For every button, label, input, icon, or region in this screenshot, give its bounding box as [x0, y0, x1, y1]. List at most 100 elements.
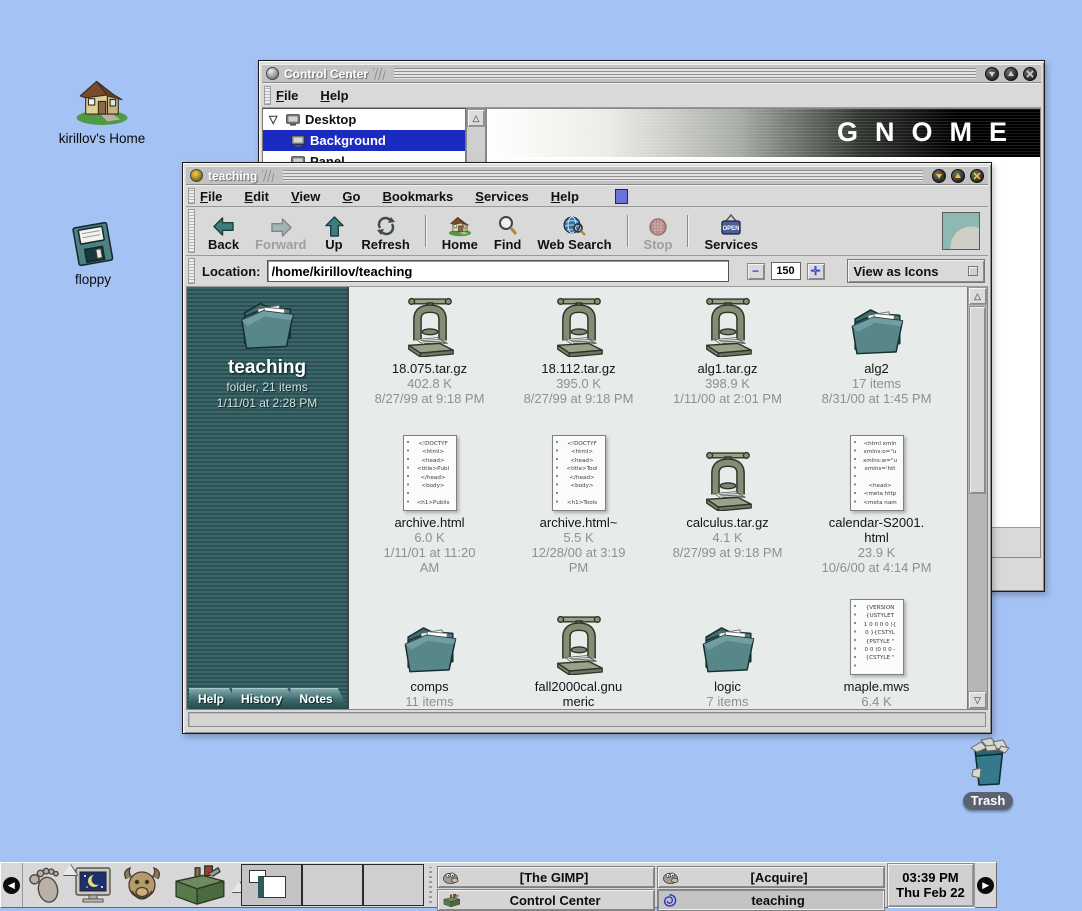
- file-item[interactable]: logic 7 items today at 9:56 PM: [658, 595, 798, 709]
- arrow-right-icon: ▶: [977, 877, 994, 894]
- toolbar-grip[interactable]: [188, 209, 195, 253]
- forward-icon: [269, 216, 292, 237]
- task-list: [The GIMP] [Acquire] Control Center teac…: [437, 863, 885, 907]
- drawer-arrow-icon[interactable]: [63, 864, 77, 875]
- control-center-titlebar[interactable]: Control Center: [262, 64, 1041, 83]
- up-button[interactable]: Up: [316, 208, 351, 254]
- window-thumbnail[interactable]: [258, 876, 286, 898]
- menubar-grip[interactable]: [264, 86, 271, 105]
- maximize-button[interactable]: [951, 169, 965, 183]
- desktop-icon-floppy[interactable]: floppy: [33, 222, 153, 287]
- zoom-out-button[interactable]: −: [747, 263, 765, 280]
- panel-hide-left-button[interactable]: ◀: [1, 863, 23, 907]
- file-item[interactable]: 18.112.tar.gz 395.0 K 8/27/99 at 9:18 PM: [509, 295, 649, 427]
- maximize-button[interactable]: [1004, 67, 1018, 81]
- main-menu-button[interactable]: [23, 863, 69, 907]
- gnu-launcher[interactable]: [117, 863, 167, 907]
- gnu-head-icon: [120, 865, 164, 905]
- scroll-up-icon[interactable]: △: [467, 109, 485, 127]
- arrow-left-icon: ◀: [3, 877, 20, 894]
- file-item[interactable]: alg1.tar.gz 398.9 K 1/11/00 at 2:01 PM: [658, 295, 798, 427]
- toolbox-launcher[interactable]: [167, 863, 231, 907]
- desktop-icon-trash[interactable]: Trash: [928, 736, 1048, 810]
- menu-file[interactable]: File: [200, 189, 222, 204]
- services-button[interactable]: OPEN Services: [698, 208, 764, 254]
- expander-icon[interactable]: ▽: [269, 113, 281, 126]
- workspace-2[interactable]: [302, 864, 363, 906]
- cc-menu-file[interactable]: File: [276, 88, 298, 103]
- clock-applet[interactable]: 03:39 PM Thu Feb 22: [887, 863, 975, 907]
- sidebar-panel: teaching folder, 21 items 1/11/01 at 2:2…: [187, 287, 349, 709]
- window-menu-icon[interactable]: [190, 169, 203, 182]
- location-input[interactable]: [267, 260, 729, 282]
- tarball-icon: [701, 451, 755, 511]
- file-item[interactable]: <html xmln xmlns:o="u xmlns:w="u xmlns='…: [807, 427, 947, 595]
- minimize-button[interactable]: [932, 169, 946, 183]
- file-item[interactable]: alg2 17 items 8/31/00 at 1:45 PM: [807, 295, 947, 427]
- file-item[interactable]: calculus.tar.gz 4.1 K 8/27/99 at 9:18 PM: [658, 427, 798, 595]
- status-bar: [186, 710, 988, 730]
- monitor-moon-icon: [72, 865, 114, 905]
- file-item[interactable]: 18.075.tar.gz 402.8 K 8/27/99 at 9:18 PM: [360, 295, 500, 427]
- desktop-icon-home[interactable]: kirillov's Home: [42, 74, 162, 146]
- menu-go[interactable]: Go: [342, 189, 360, 204]
- back-button[interactable]: Back: [202, 208, 245, 254]
- throbber[interactable]: [942, 212, 980, 250]
- minimize-button[interactable]: [985, 67, 999, 81]
- scroll-up-icon[interactable]: △: [968, 287, 987, 305]
- tree-item-desktop[interactable]: ▽ Desktop: [263, 109, 465, 130]
- toolbar-separator: [627, 215, 629, 247]
- window-menu-icon[interactable]: [266, 67, 279, 80]
- menu-view[interactable]: View: [291, 189, 320, 204]
- forward-button[interactable]: Forward: [249, 208, 312, 254]
- panel-hide-right-button[interactable]: ▶: [974, 863, 996, 907]
- folder-icon: [399, 621, 461, 675]
- menu-edit[interactable]: Edit: [244, 189, 269, 204]
- menu-help[interactable]: Help: [551, 189, 579, 204]
- close-button[interactable]: [970, 169, 984, 183]
- titlebar-decoration: [262, 170, 274, 182]
- web-search-button[interactable]: Web Search: [531, 208, 617, 254]
- zoom-in-button[interactable]: ✛: [807, 263, 825, 280]
- file-item[interactable]: fall2000cal.gnumeric 1.0 K: [509, 595, 649, 709]
- file-item[interactable]: {VERSION {USTYLET 1 0 0 0 0 ){ 0 }{CSTYL…: [807, 595, 947, 709]
- menu-bookmarks[interactable]: Bookmarks: [382, 189, 453, 204]
- toolbox-icon: [170, 864, 228, 906]
- workspace-3[interactable]: [363, 864, 424, 906]
- file-item[interactable]: comps 11 items 1/10/01 at 11:25: [360, 595, 500, 709]
- home-button[interactable]: Home: [436, 208, 484, 254]
- close-button[interactable]: [1023, 67, 1037, 81]
- find-button[interactable]: Find: [488, 208, 527, 254]
- file-item[interactable]: <!DOCTYF <html> <head> <title>Publ </hea…: [360, 427, 500, 595]
- mws-doc-icon: {VERSION {USTYLET 1 0 0 0 0 ){ 0 }{CSTYL…: [850, 599, 904, 675]
- stop-button[interactable]: Stop: [638, 208, 679, 254]
- gnome-banner-text: GNOME: [837, 117, 1024, 148]
- teaching-titlebar[interactable]: teaching: [186, 166, 988, 185]
- file-item[interactable]: <!DOCTYF <html> <head> <title>Tool </hea…: [509, 427, 649, 595]
- menu-services[interactable]: Services: [475, 189, 529, 204]
- sidebar-tab-history[interactable]: History: [232, 688, 298, 709]
- tree-item-background[interactable]: Background: [263, 130, 465, 151]
- scrollbar-thumb[interactable]: [969, 306, 986, 494]
- control-center-title: Control Center: [284, 67, 368, 81]
- trash-icon: [957, 736, 1019, 788]
- gnome-panel: ◀ [The GIMP] [Acquire] Control Center: [0, 862, 997, 908]
- task-the-gimp[interactable]: [The GIMP]: [437, 866, 655, 888]
- menubar-grip[interactable]: [188, 188, 195, 204]
- workspace-1[interactable]: [241, 864, 302, 906]
- folder-icon: [697, 621, 759, 675]
- tarball-icon: [701, 297, 755, 357]
- refresh-button[interactable]: Refresh: [355, 208, 415, 254]
- teaching-toolbar: Back Forward Up Refresh Home: [186, 207, 988, 256]
- gimp-wilber-icon: [662, 870, 679, 885]
- location-bar: Location: − 150 ✛ View as Icons: [186, 256, 988, 287]
- task-acquire[interactable]: [Acquire]: [657, 866, 885, 888]
- locationbar-grip[interactable]: [188, 258, 195, 284]
- sidebar-folder-meta: folder, 21 items: [226, 379, 307, 395]
- view-mode-dropdown[interactable]: View as Icons: [847, 259, 985, 283]
- cc-menu-help[interactable]: Help: [320, 88, 348, 103]
- sidebar-tab-notes[interactable]: Notes: [290, 688, 348, 709]
- vertical-scrollbar[interactable]: △ ▽: [967, 287, 987, 709]
- scroll-down-icon[interactable]: ▽: [968, 691, 987, 709]
- teaching-window: teaching File Edit View Go Bookmarks Ser…: [182, 162, 992, 734]
